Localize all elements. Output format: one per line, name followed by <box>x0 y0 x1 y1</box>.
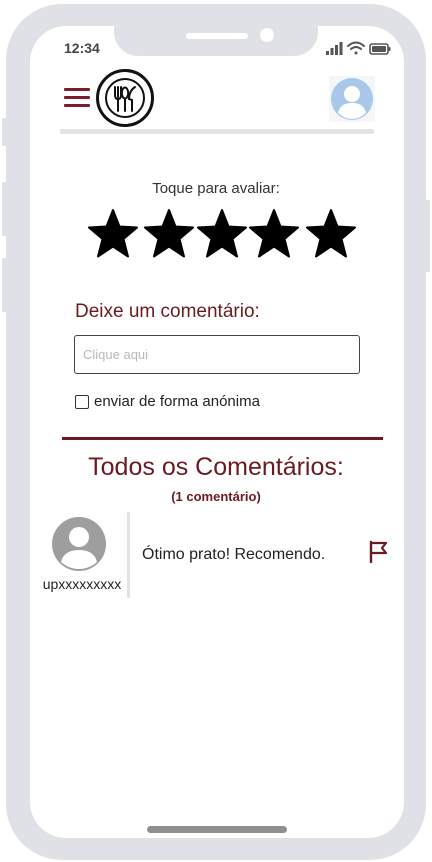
wifi-icon <box>347 41 365 55</box>
anonymous-option[interactable]: enviar de forma anónima <box>75 393 260 410</box>
star-icon-3[interactable] <box>197 208 247 260</box>
side-button <box>2 258 8 312</box>
comments-section-title: Todos os Comentários: <box>88 453 344 481</box>
restaurant-logo-icon[interactable] <box>96 69 154 127</box>
comment-form-label: Deixe um comentário: <box>75 301 260 322</box>
side-button <box>424 200 430 272</box>
anonymous-checkbox[interactable] <box>75 394 89 409</box>
header-divider <box>60 129 374 134</box>
notch-speaker <box>186 33 248 39</box>
comment-separator <box>127 512 130 598</box>
hamburger-menu-icon[interactable] <box>64 88 90 110</box>
star-rating[interactable] <box>88 208 358 264</box>
comment-avatar-icon <box>51 516 107 572</box>
signal-icon <box>326 42 343 55</box>
rating-prompt: Toque para avaliar: <box>152 180 280 197</box>
battery-icon <box>369 43 391 55</box>
home-indicator[interactable] <box>147 826 287 833</box>
comments-count: (1 comentário) <box>171 489 261 504</box>
star-icon-1[interactable] <box>88 208 138 260</box>
profile-avatar-icon[interactable] <box>329 76 375 122</box>
anonymous-checkbox-label[interactable]: enviar de forma anónima <box>94 393 260 410</box>
comment-text: Ótimo prato! Recomendo. <box>142 546 326 563</box>
comment-input[interactable] <box>74 335 360 374</box>
notch-camera <box>260 28 274 42</box>
star-icon-5[interactable] <box>306 208 356 260</box>
phone-screen <box>30 26 404 838</box>
star-icon-4[interactable] <box>249 208 299 260</box>
comment-username: upxxxxxxxxx <box>42 576 122 592</box>
status-time: 12:34 <box>64 40 100 56</box>
star-icon-2[interactable] <box>144 208 194 260</box>
status-icons <box>326 40 392 58</box>
notch <box>114 26 318 56</box>
side-button <box>2 118 8 146</box>
section-divider <box>62 437 383 440</box>
flag-icon[interactable] <box>368 540 390 564</box>
